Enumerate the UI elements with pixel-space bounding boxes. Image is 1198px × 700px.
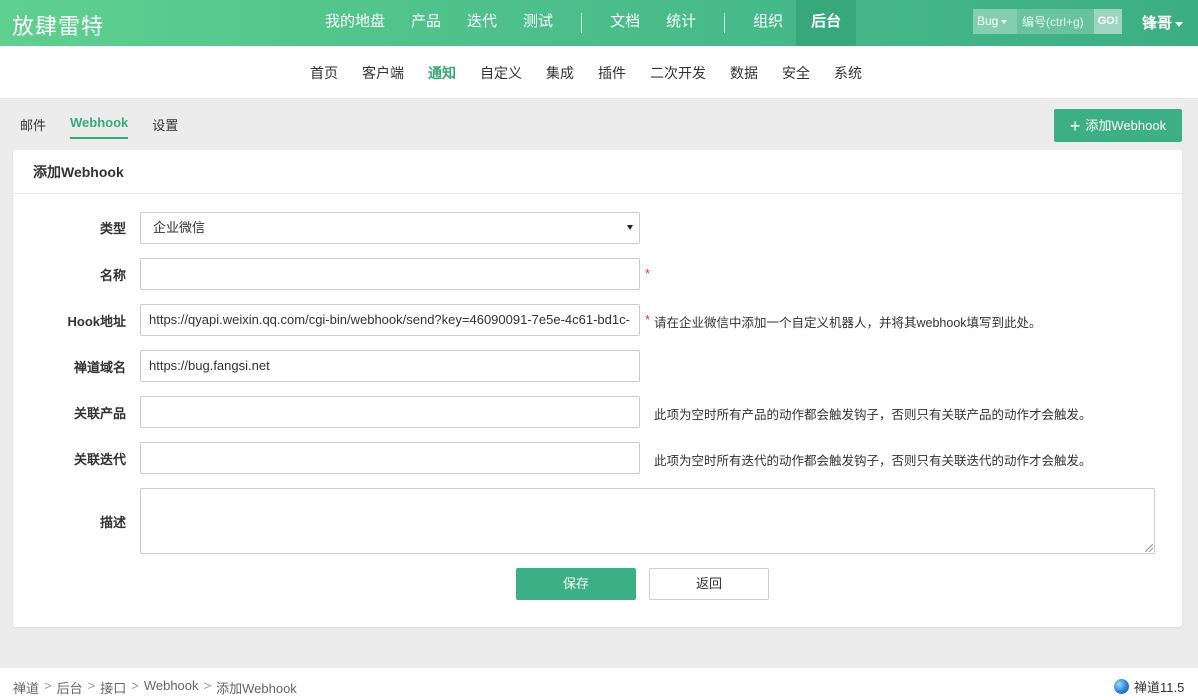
breadcrumb-separator: >: [203, 678, 212, 693]
subnav-item-system[interactable]: 系统: [822, 63, 874, 83]
nav-item-company[interactable]: 组织: [740, 0, 796, 46]
nav-item-product[interactable]: 产品: [398, 0, 454, 46]
search-input[interactable]: [1017, 9, 1094, 34]
nav-divider: [581, 13, 583, 33]
subnav-item-dev[interactable]: 二次开发: [638, 63, 718, 83]
search-box: Bug GO!: [973, 9, 1122, 34]
search-type-dropdown[interactable]: Bug: [973, 9, 1017, 34]
panel-title: 添加Webhook: [13, 150, 1182, 194]
subnav-item-client[interactable]: 客户端: [350, 63, 416, 83]
add-webhook-label: 添加Webhook: [1085, 118, 1167, 133]
subnav-item-security[interactable]: 安全: [770, 63, 822, 83]
required-mark: *: [645, 266, 651, 281]
subnav-item-notify[interactable]: 通知: [416, 63, 468, 83]
user-menu[interactable]: 锋哥: [1142, 12, 1184, 33]
nav-item-execution[interactable]: 迭代: [454, 0, 510, 46]
products-label: 关联产品: [73, 406, 126, 421]
breadcrumb-item: 添加Webhook: [216, 681, 297, 696]
hook-url-label: Hook地址: [67, 314, 126, 329]
globe-icon: [1114, 679, 1129, 694]
resize-grip-icon[interactable]: [1145, 544, 1153, 552]
footer: 禅道 > 后台 > 接口 > Webhook > 添加Webhook 禅道11.…: [0, 668, 1198, 700]
subnav-item-integration[interactable]: 集成: [534, 63, 586, 83]
breadcrumb-separator: >: [131, 678, 139, 693]
subnav-item-plugin[interactable]: 插件: [586, 63, 638, 83]
notify-tabs: 邮件 Webhook 设置: [20, 115, 202, 139]
search-type-label: Bug: [977, 14, 999, 28]
nav-item-doc[interactable]: 文档: [597, 0, 653, 46]
nav-divider: [724, 13, 726, 33]
plus-icon: +: [1069, 116, 1081, 136]
subnav-item-custom[interactable]: 自定义: [468, 63, 534, 83]
tab-mail[interactable]: 邮件: [20, 115, 46, 139]
type-label: 类型: [99, 221, 126, 236]
nav-item-admin[interactable]: 后台: [796, 0, 857, 46]
executions-label: 关联迭代: [73, 452, 126, 467]
hook-url-input[interactable]: https://qyapi.weixin.qq.com/cgi-bin/webh…: [140, 304, 640, 336]
chevron-down-icon: [1175, 21, 1184, 27]
user-name: 锋哥: [1142, 15, 1173, 32]
search-go-button[interactable]: GO!: [1094, 9, 1122, 34]
tab-settings[interactable]: 设置: [152, 115, 178, 139]
nav-item-report[interactable]: 统计: [653, 0, 709, 46]
main-nav: 我的地盘 产品 迭代 测试 文档 统计 组织 后台: [312, 0, 857, 46]
chevron-down-icon: [1001, 19, 1008, 24]
type-value: 企业微信: [153, 220, 206, 235]
products-select[interactable]: [140, 396, 640, 428]
form-panel: 添加Webhook 类型 企业微信 名称 * Hook地址 https://qy…: [13, 150, 1182, 627]
executions-select[interactable]: [140, 442, 640, 474]
breadcrumb-item[interactable]: Webhook: [144, 678, 199, 697]
save-button[interactable]: 保存: [516, 568, 636, 600]
version-label: 禅道11.5: [1134, 680, 1185, 695]
nav-item-qa[interactable]: 测试: [510, 0, 566, 46]
required-mark: *: [645, 312, 651, 327]
products-hint: 此项为空时所有产品的动作都会触发钩子，否则只有关联产品的动作才会触发。: [654, 408, 1092, 422]
add-webhook-button[interactable]: + 添加Webhook: [1054, 109, 1182, 142]
subnav-item-data[interactable]: 数据: [718, 63, 770, 83]
back-button[interactable]: 返回: [649, 568, 769, 600]
sub-nav: 首页 客户端 通知 自定义 集成 插件 二次开发 数据 安全 系统: [0, 46, 1198, 99]
type-select[interactable]: 企业微信: [140, 212, 640, 244]
chevron-down-icon: [627, 225, 633, 230]
tab-webhook[interactable]: Webhook: [70, 115, 129, 139]
name-input[interactable]: [140, 258, 640, 290]
subnav-item-home[interactable]: 首页: [298, 63, 350, 83]
name-label: 名称: [99, 268, 126, 283]
domain-input[interactable]: https://bug.fangsi.net: [140, 350, 640, 382]
top-header: 放肆雷特 我的地盘 产品 迭代 测试 文档 统计 组织 后台 Bug GO! 锋…: [0, 0, 1198, 46]
domain-label: 禅道域名: [73, 360, 126, 375]
nav-item-my[interactable]: 我的地盘: [312, 0, 398, 46]
breadcrumb-separator: >: [44, 678, 52, 693]
desc-textarea[interactable]: [140, 488, 1155, 554]
breadcrumb: 禅道 > 后台 > 接口 > Webhook > 添加Webhook: [13, 678, 297, 697]
hook-url-hint: 请在企业微信中添加一个自定义机器人，并将其webhook填写到此处。: [654, 316, 1042, 330]
breadcrumb-item[interactable]: 接口: [100, 678, 126, 697]
desc-label: 描述: [99, 515, 126, 530]
brand-logo[interactable]: 放肆雷特: [12, 9, 104, 41]
breadcrumb-item[interactable]: 禅道: [13, 678, 39, 697]
executions-hint: 此项为空时所有迭代的动作都会触发钩子，否则只有关联迭代的动作才会触发。: [654, 454, 1092, 468]
breadcrumb-separator: >: [87, 678, 96, 693]
version-info[interactable]: 禅道11.5: [1114, 677, 1184, 696]
breadcrumb-item[interactable]: 后台: [57, 678, 83, 697]
